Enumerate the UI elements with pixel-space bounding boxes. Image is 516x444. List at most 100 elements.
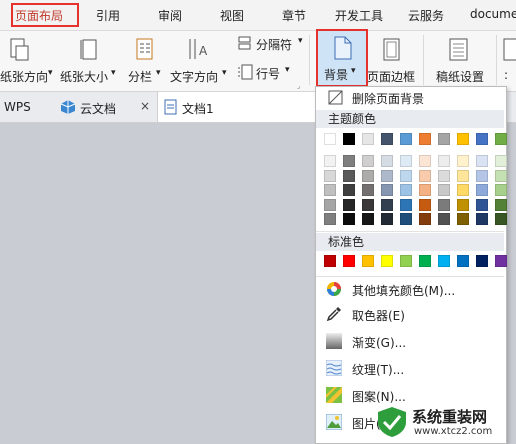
theme-color-swatch[interactable] xyxy=(438,133,450,145)
theme-shade-swatch[interactable] xyxy=(324,169,336,182)
theme-shade-swatch[interactable] xyxy=(400,155,412,167)
standard-color-swatch[interactable] xyxy=(343,255,355,267)
remove-background-item[interactable]: 删除页面背景 xyxy=(316,87,504,111)
theme-shade-swatch[interactable] xyxy=(457,155,469,167)
tab-section[interactable]: 章节 xyxy=(282,7,306,24)
theme-shade-swatch[interactable] xyxy=(400,184,412,196)
theme-color-swatch[interactable] xyxy=(381,133,393,145)
theme-shade-swatch[interactable] xyxy=(438,198,450,211)
theme-color-swatch[interactable] xyxy=(400,133,412,145)
more-ribbon-button[interactable]: : xyxy=(504,68,508,82)
theme-shade-swatch[interactable] xyxy=(324,184,336,196)
theme-shade-swatch[interactable] xyxy=(381,169,393,182)
theme-shade-swatch[interactable] xyxy=(457,184,469,196)
theme-shade-swatch[interactable] xyxy=(419,169,431,182)
orientation-button[interactable]: 纸张方向 xyxy=(0,68,48,85)
theme-color-swatch[interactable] xyxy=(457,133,469,145)
orientation-caret[interactable]: ▾ xyxy=(48,68,53,78)
theme-shade-swatch[interactable] xyxy=(324,213,336,225)
tab-developer[interactable]: 开发工具 xyxy=(335,7,383,24)
tab-view[interactable]: 视图 xyxy=(220,7,244,24)
theme-shade-swatch[interactable] xyxy=(362,155,374,167)
standard-color-swatch[interactable] xyxy=(476,255,488,267)
theme-shade-swatch[interactable] xyxy=(400,213,412,225)
doc-tab-cloud[interactable]: 云文档 × xyxy=(44,92,150,122)
text-direction-caret[interactable]: ▾ xyxy=(222,68,227,78)
theme-shade-swatch[interactable] xyxy=(476,169,488,182)
theme-shade-swatch[interactable] xyxy=(400,169,412,182)
theme-shade-swatch[interactable] xyxy=(457,198,469,211)
theme-shade-swatch[interactable] xyxy=(381,184,393,196)
theme-shade-swatch[interactable] xyxy=(495,213,507,225)
standard-color-swatch[interactable] xyxy=(324,255,336,267)
columns-button[interactable]: 分栏 xyxy=(128,68,152,85)
background-button[interactable]: 背景 ▾ xyxy=(316,29,368,87)
paper-size-button[interactable]: 纸张大小 xyxy=(60,68,108,85)
theme-shade-swatch[interactable] xyxy=(438,169,450,182)
theme-shade-swatch[interactable] xyxy=(362,169,374,182)
separator-caret[interactable]: ▾ xyxy=(298,36,303,46)
theme-color-swatch[interactable] xyxy=(362,133,374,145)
grid-paper-button[interactable]: 稿纸设置 xyxy=(436,68,484,85)
separator-button[interactable]: 分隔符 xyxy=(256,36,292,53)
theme-shade-swatch[interactable] xyxy=(419,213,431,225)
standard-color-swatch[interactable] xyxy=(419,255,431,267)
theme-color-swatch[interactable] xyxy=(419,133,431,145)
tab-page-layout[interactable]: 页面布局 xyxy=(15,7,63,24)
theme-shade-swatch[interactable] xyxy=(343,169,355,182)
theme-shade-swatch[interactable] xyxy=(343,155,355,167)
theme-shade-swatch[interactable] xyxy=(457,169,469,182)
standard-color-swatch[interactable] xyxy=(362,255,374,267)
tab-document[interactable]: docume xyxy=(470,7,516,21)
theme-shade-swatch[interactable] xyxy=(476,155,488,167)
theme-shade-swatch[interactable] xyxy=(362,213,374,225)
paper-size-caret[interactable]: ▾ xyxy=(111,68,116,78)
theme-shade-swatch[interactable] xyxy=(495,184,507,196)
theme-color-swatch[interactable] xyxy=(476,133,488,145)
theme-shade-swatch[interactable] xyxy=(343,184,355,196)
theme-shade-swatch[interactable] xyxy=(438,155,450,167)
theme-shade-swatch[interactable] xyxy=(495,198,507,211)
theme-shade-swatch[interactable] xyxy=(419,184,431,196)
theme-shade-swatch[interactable] xyxy=(381,198,393,211)
theme-shade-swatch[interactable] xyxy=(381,213,393,225)
theme-shade-swatch[interactable] xyxy=(400,198,412,211)
theme-color-swatch[interactable] xyxy=(324,133,336,145)
tab-review[interactable]: 审阅 xyxy=(158,7,182,24)
doc-tab-document1[interactable]: 文档1 xyxy=(157,92,317,122)
theme-shade-swatch[interactable] xyxy=(324,155,336,167)
line-number-caret[interactable]: ▾ xyxy=(285,65,290,75)
theme-shade-swatch[interactable] xyxy=(476,198,488,211)
page-border-button[interactable]: 页面边框 xyxy=(367,68,415,85)
theme-shade-swatch[interactable] xyxy=(419,155,431,167)
theme-shade-swatch[interactable] xyxy=(343,198,355,211)
theme-shade-swatch[interactable] xyxy=(419,198,431,211)
gradient-item[interactable]: 渐变(G)... xyxy=(316,329,504,353)
tab-cloud[interactable]: 云服务 xyxy=(408,7,444,24)
texture-item[interactable]: 纹理(T)... xyxy=(316,356,504,380)
theme-shade-swatch[interactable] xyxy=(362,198,374,211)
theme-color-swatch[interactable] xyxy=(343,133,355,145)
doc-tab-close-icon[interactable]: × xyxy=(140,99,150,113)
standard-color-swatch[interactable] xyxy=(495,255,507,267)
standard-color-swatch[interactable] xyxy=(438,255,450,267)
text-direction-button[interactable]: 文字方向 xyxy=(170,68,218,85)
theme-shade-swatch[interactable] xyxy=(438,213,450,225)
theme-shade-swatch[interactable] xyxy=(476,213,488,225)
doc-tab-wps[interactable]: WPS xyxy=(0,92,44,122)
theme-shade-swatch[interactable] xyxy=(324,198,336,211)
tab-references[interactable]: 引用 xyxy=(96,7,120,24)
theme-shade-swatch[interactable] xyxy=(381,155,393,167)
eyedropper-item[interactable]: 取色器(E) xyxy=(316,302,504,326)
theme-shade-swatch[interactable] xyxy=(362,184,374,196)
standard-color-swatch[interactable] xyxy=(400,255,412,267)
line-number-button[interactable]: 行号 xyxy=(256,65,280,82)
theme-shade-swatch[interactable] xyxy=(495,169,507,182)
theme-shade-swatch[interactable] xyxy=(457,213,469,225)
standard-color-swatch[interactable] xyxy=(457,255,469,267)
theme-color-swatch[interactable] xyxy=(495,133,507,145)
page-setup-launcher-icon[interactable]: ⌟ xyxy=(297,82,300,90)
theme-shade-swatch[interactable] xyxy=(343,213,355,225)
theme-shade-swatch[interactable] xyxy=(476,184,488,196)
columns-caret[interactable]: ▾ xyxy=(156,68,161,78)
